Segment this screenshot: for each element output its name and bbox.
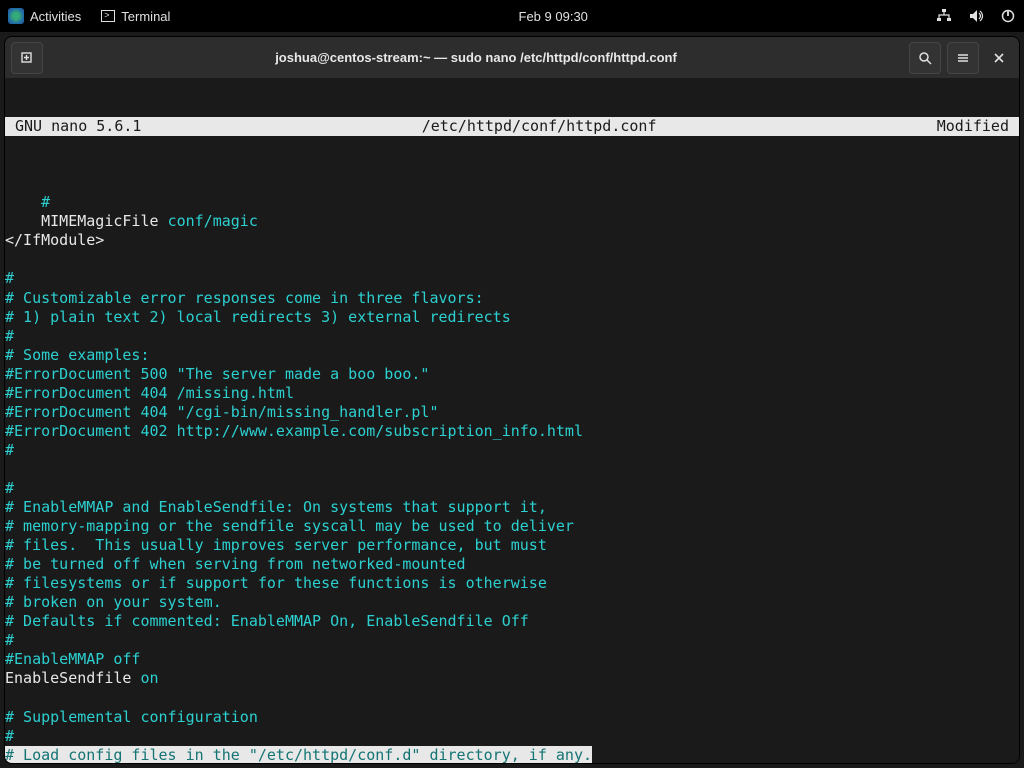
editor-body[interactable]: # MIMEMagicFile conf/magic </IfModule> #…: [5, 174, 1019, 763]
activities-icon: [8, 8, 24, 24]
terminal-icon: [101, 10, 115, 22]
nano-status: Modified: [937, 117, 1009, 135]
close-button[interactable]: [985, 44, 1013, 72]
activities-label: Activities: [30, 9, 81, 24]
topbar-datetime[interactable]: Feb 9 09:30: [170, 9, 936, 24]
hamburger-icon: [956, 51, 970, 65]
nano-version: GNU nano 5.6.1: [15, 117, 141, 135]
new-tab-icon: [20, 51, 34, 65]
window-title: joshua@centos-stream:~ — sudo nano /etc/…: [43, 50, 909, 65]
close-icon: [993, 52, 1005, 64]
search-button[interactable]: [909, 42, 941, 74]
activities-button[interactable]: Activities: [8, 8, 81, 24]
power-icon: [1000, 8, 1016, 24]
topbar-app-menu[interactable]: Terminal: [101, 9, 170, 24]
terminal-window: joshua@centos-stream:~ — sudo nano /etc/…: [4, 36, 1020, 764]
gnome-topbar: Activities Terminal Feb 9 09:30: [0, 0, 1024, 32]
nano-filename: /etc/httpd/conf/httpd.conf: [422, 117, 657, 135]
window-titlebar: joshua@centos-stream:~ — sudo nano /etc/…: [5, 37, 1019, 79]
system-tray[interactable]: [936, 8, 1016, 24]
menu-button[interactable]: [947, 42, 979, 74]
app-name-label: Terminal: [121, 9, 170, 24]
volume-icon: [968, 8, 984, 24]
new-tab-button[interactable]: [11, 42, 43, 74]
search-icon: [918, 51, 932, 65]
terminal-viewport[interactable]: GNU nano 5.6.1 /etc/httpd/conf/httpd.con…: [5, 79, 1019, 763]
network-icon: [936, 8, 952, 24]
nano-header-bar: GNU nano 5.6.1 /etc/httpd/conf/httpd.con…: [5, 117, 1019, 136]
